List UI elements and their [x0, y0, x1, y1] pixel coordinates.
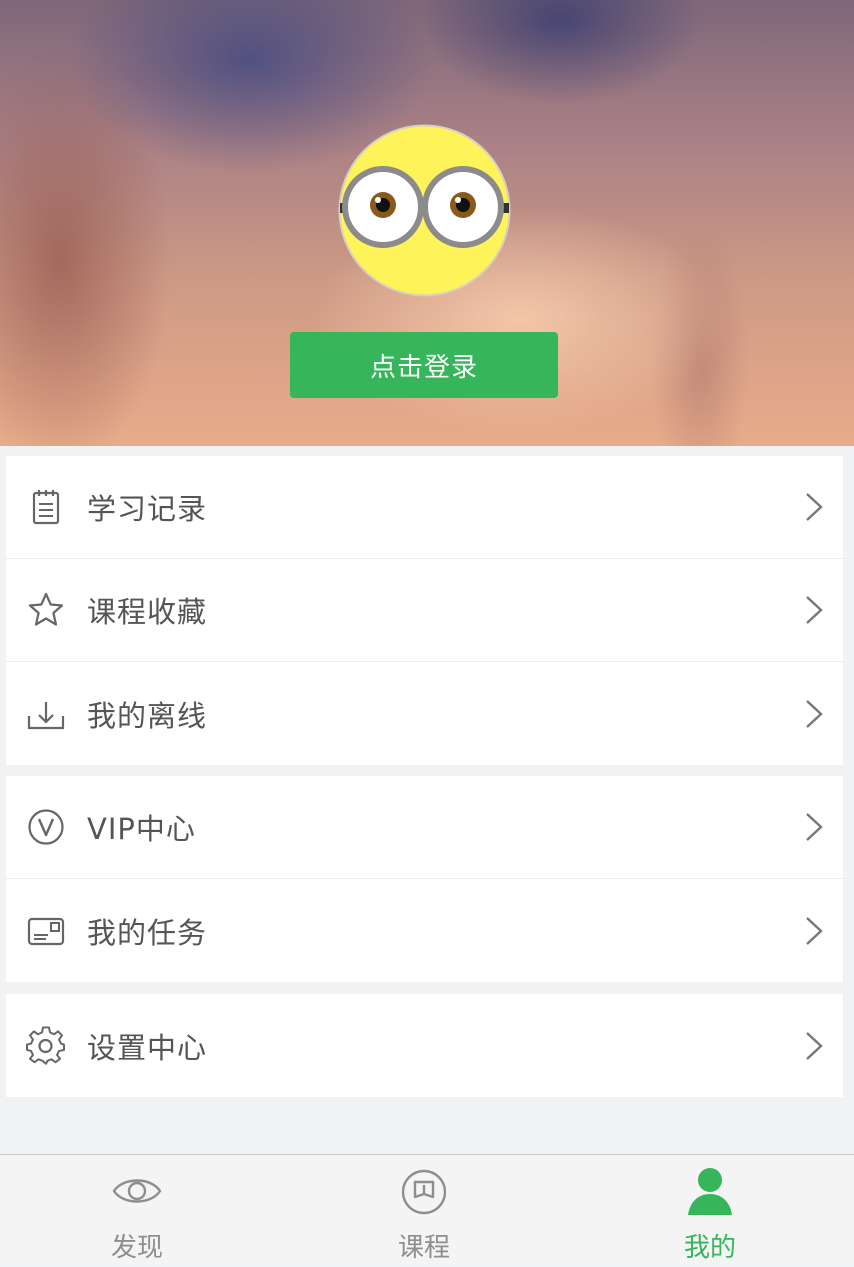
eye-icon	[112, 1179, 162, 1203]
book-icon	[401, 1169, 447, 1215]
tab-label: 课程	[397, 1233, 450, 1263]
gear-icon	[26, 1025, 65, 1065]
menu-item-study-record[interactable]: 学习记录	[6, 456, 843, 559]
menu-item-vip-center[interactable]: VIP中心	[6, 776, 843, 879]
profile-header: 点击登录	[0, 0, 854, 446]
menu-item-label: 设置中心	[87, 1030, 208, 1065]
menu-group-settings: 设置中心	[6, 994, 843, 1097]
login-button[interactable]: 点击登录	[290, 332, 558, 398]
chevron-right-icon	[806, 1031, 823, 1060]
minion-avatar-icon	[338, 124, 511, 297]
person-icon	[688, 1168, 732, 1215]
menu-item-course-favorites[interactable]: 课程收藏	[6, 559, 843, 662]
tab-mine[interactable]: 我的	[610, 1155, 810, 1267]
menu-item-my-offline[interactable]: 我的离线	[6, 662, 843, 765]
chevron-right-icon	[806, 596, 823, 624]
menu-item-settings-center[interactable]: 设置中心	[6, 994, 843, 1097]
bottom-tab-bar: 发现 课程 我的	[0, 1154, 854, 1266]
task-card-icon	[27, 917, 65, 945]
notepad-icon	[32, 490, 60, 525]
vip-icon	[28, 809, 64, 845]
chevron-right-icon	[806, 699, 823, 728]
menu-item-label: 我的离线	[87, 698, 208, 733]
tab-discover[interactable]: 发现	[37, 1155, 237, 1267]
menu-item-label: VIP中心	[87, 812, 196, 846]
menu-item-label: 学习记录	[87, 492, 208, 526]
avatar[interactable]	[338, 124, 511, 297]
tab-label: 我的	[683, 1233, 736, 1263]
menu-group-learning: 学习记录 课程收藏 我的离线	[6, 456, 843, 765]
menu-item-label: 课程收藏	[87, 595, 208, 629]
chevron-right-icon	[806, 493, 823, 521]
menu-item-my-tasks[interactable]: 我的任务	[6, 879, 843, 982]
download-icon	[27, 701, 65, 729]
chevron-right-icon	[806, 916, 823, 945]
menu-item-label: 我的任务	[87, 915, 208, 950]
chevron-right-icon	[806, 813, 823, 841]
tab-label: 发现	[110, 1233, 163, 1263]
menu-group-account: VIP中心 我的任务	[6, 776, 843, 982]
star-icon	[28, 592, 64, 626]
tab-courses[interactable]: 课程	[324, 1155, 524, 1267]
